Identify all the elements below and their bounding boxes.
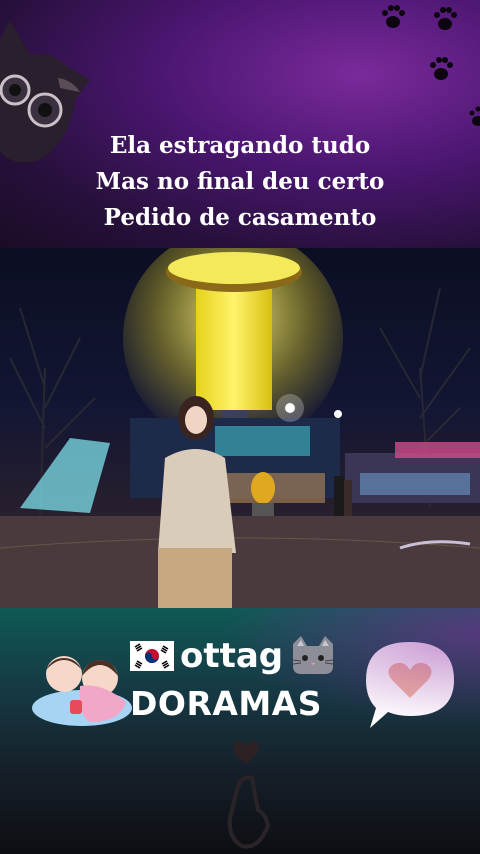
couple-sticker-icon <box>32 656 132 726</box>
south-korea-flag-icon <box>130 641 174 671</box>
caption-line-2: Mas no final deu certo <box>95 168 385 195</box>
paw-print-icon <box>382 5 405 28</box>
paw-print-icon <box>434 7 457 30</box>
brand-logo: ottag DORAMAS <box>130 632 360 723</box>
caption-text: Ela estragando tudo Mas no final deu cer… <box>0 128 480 236</box>
brand-name: ottag <box>180 636 284 676</box>
brand-subtitle: DORAMAS <box>130 684 323 723</box>
finger-heart-icon <box>227 740 271 849</box>
paw-print-icon <box>430 57 453 80</box>
heart-speech-bubble-icon <box>366 642 454 728</box>
caption-line-1: Ela estragando tudo <box>109 132 371 159</box>
night-scene-image <box>0 248 480 608</box>
caption-line-3: Pedido de casamento <box>103 204 377 231</box>
video-frame[interactable] <box>0 248 480 608</box>
top-banner: Ela estragando tudo Mas no final deu cer… <box>0 0 480 248</box>
paw-print-icon <box>469 106 480 126</box>
cat-face-icon <box>293 636 334 674</box>
